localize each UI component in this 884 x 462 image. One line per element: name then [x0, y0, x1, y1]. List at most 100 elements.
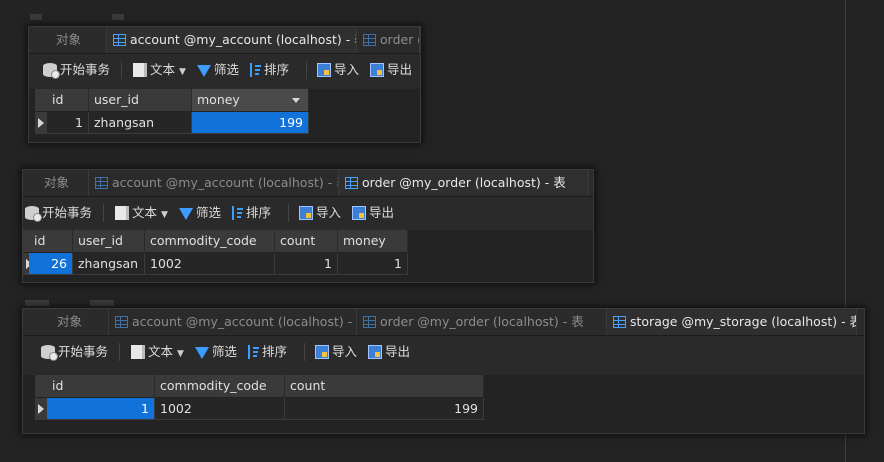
table-icon: [363, 316, 376, 328]
column-header-money[interactable]: money: [338, 230, 408, 252]
filter-button[interactable]: 筛选: [179, 204, 221, 222]
import-button[interactable]: 导入: [299, 204, 341, 222]
tab-account[interactable]: account @my_account (localhost) - 表: [107, 27, 357, 53]
cell-count[interactable]: 1: [275, 253, 338, 275]
column-header-user-id[interactable]: user_id: [89, 89, 192, 111]
cell-id[interactable]: 1: [47, 112, 89, 134]
row-selector[interactable]: [35, 398, 47, 420]
column-header-id[interactable]: id: [47, 375, 155, 397]
tab-objects[interactable]: 对象: [31, 27, 107, 53]
import-button[interactable]: 导入: [315, 343, 357, 361]
toolbar: 开始事务 文本 ▼ 筛选 排序 导入 导出: [23, 197, 593, 227]
import-icon: [299, 206, 313, 220]
column-header-commodity-code[interactable]: commodity_code: [155, 375, 285, 397]
filter-icon: [195, 347, 209, 359]
tab-account[interactable]: account @my_account (localhost) - 表: [109, 309, 357, 335]
filter-button[interactable]: 筛选: [195, 343, 237, 361]
cell-count[interactable]: 199: [285, 398, 484, 420]
database-icon: [43, 63, 60, 79]
begin-transaction-button[interactable]: 开始事务: [25, 204, 92, 222]
data-grid: id user_id money 1 zhangsan 199: [29, 89, 420, 142]
chevron-down-icon: ▼: [177, 349, 184, 359]
toolbar-separator: [119, 343, 120, 361]
row-header-corner: [35, 89, 47, 111]
filter-icon: [179, 208, 193, 220]
menu-fragment: [112, 14, 124, 20]
filter-button[interactable]: 筛选: [197, 61, 239, 79]
export-button[interactable]: 导出: [370, 61, 412, 79]
menu-fragment: [90, 300, 114, 306]
tab-storage[interactable]: storage @my_storage (localhost) - 表: [607, 309, 857, 335]
sort-desc-icon: [292, 98, 300, 103]
text-button[interactable]: 文本 ▼: [115, 204, 168, 222]
tab-order[interactable]: order @my_order (localhost) - 表: [339, 170, 589, 196]
column-header-id[interactable]: id: [47, 89, 89, 111]
export-icon: [368, 345, 382, 359]
table-icon: [363, 34, 376, 46]
menu-fragment: [30, 14, 42, 20]
chevron-down-icon: ▼: [179, 67, 186, 77]
cell-id[interactable]: 26: [29, 253, 73, 275]
cell-commodity-code[interactable]: 1002: [145, 253, 275, 275]
tab-objects[interactable]: 对象: [25, 170, 89, 196]
cell-user-id[interactable]: zhangsan: [89, 112, 192, 134]
cell-id[interactable]: 1: [47, 398, 155, 420]
storage-table-window: 对象 account @my_account (localhost) - 表 o…: [22, 308, 865, 434]
sort-icon: [248, 345, 259, 359]
column-header-money[interactable]: money: [192, 89, 309, 111]
table-icon: [115, 316, 128, 328]
sort-button[interactable]: 排序: [232, 204, 271, 222]
document-icon: [115, 206, 129, 220]
column-header-id[interactable]: id: [29, 230, 73, 252]
sort-icon: [232, 206, 243, 220]
chevron-down-icon: ▼: [161, 210, 168, 220]
sort-icon: [250, 63, 261, 77]
tab-order[interactable]: order @my_order (localhost) - 表: [357, 309, 607, 335]
cell-money[interactable]: 199: [192, 112, 309, 134]
column-header-user-id[interactable]: user_id: [73, 230, 145, 252]
filter-icon: [197, 65, 211, 77]
begin-transaction-button[interactable]: 开始事务: [41, 343, 108, 361]
tab-order[interactable]: order @: [357, 27, 420, 53]
export-icon: [352, 206, 366, 220]
text-button[interactable]: 文本 ▼: [131, 343, 184, 361]
import-icon: [315, 345, 329, 359]
tab-account[interactable]: account @my_account (localhost) - 表: [89, 170, 339, 196]
row-selector[interactable]: [35, 112, 47, 134]
cell-user-id[interactable]: zhangsan: [73, 253, 145, 275]
sort-button[interactable]: 排序: [250, 61, 289, 79]
begin-transaction-button[interactable]: 开始事务: [43, 61, 110, 79]
toolbar-separator: [306, 61, 307, 79]
toolbar-separator: [103, 204, 104, 222]
toolbar: 开始事务 文本 ▼ 筛选 排序 导入 导出: [29, 54, 420, 84]
database-icon: [41, 345, 58, 361]
menu-fragment: [25, 300, 49, 306]
tab-bar: 对象 account @my_account (localhost) - 表 o…: [23, 170, 593, 197]
table-icon: [113, 34, 126, 46]
import-icon: [317, 63, 331, 77]
column-header-count[interactable]: count: [275, 230, 338, 252]
column-header-count[interactable]: count: [285, 375, 484, 397]
table-icon: [95, 177, 108, 189]
export-icon: [370, 63, 384, 77]
text-button[interactable]: 文本 ▼: [133, 61, 186, 79]
toolbar-separator: [288, 204, 289, 222]
tab-objects[interactable]: 对象: [31, 309, 109, 335]
account-table-window: 对象 account @my_account (localhost) - 表 o…: [28, 26, 421, 143]
sort-button[interactable]: 排序: [248, 343, 287, 361]
document-icon: [131, 345, 145, 359]
toolbar-separator: [304, 343, 305, 361]
cell-money[interactable]: 1: [338, 253, 408, 275]
toolbar: 开始事务 文本 ▼ 筛选 排序 导入 导出: [23, 336, 864, 366]
cell-commodity-code[interactable]: 1002: [155, 398, 285, 420]
order-table-window: 对象 account @my_account (localhost) - 表 o…: [22, 169, 594, 283]
database-icon: [25, 206, 42, 222]
import-button[interactable]: 导入: [317, 61, 359, 79]
export-button[interactable]: 导出: [368, 343, 410, 361]
toolbar-separator: [121, 61, 122, 79]
tab-bar: 对象 account @my_account (localhost) - 表 o…: [29, 27, 420, 54]
data-grid: id user_id commodity_code count money 26…: [23, 230, 593, 282]
column-header-commodity-code[interactable]: commodity_code: [145, 230, 275, 252]
document-icon: [133, 63, 147, 77]
export-button[interactable]: 导出: [352, 204, 394, 222]
